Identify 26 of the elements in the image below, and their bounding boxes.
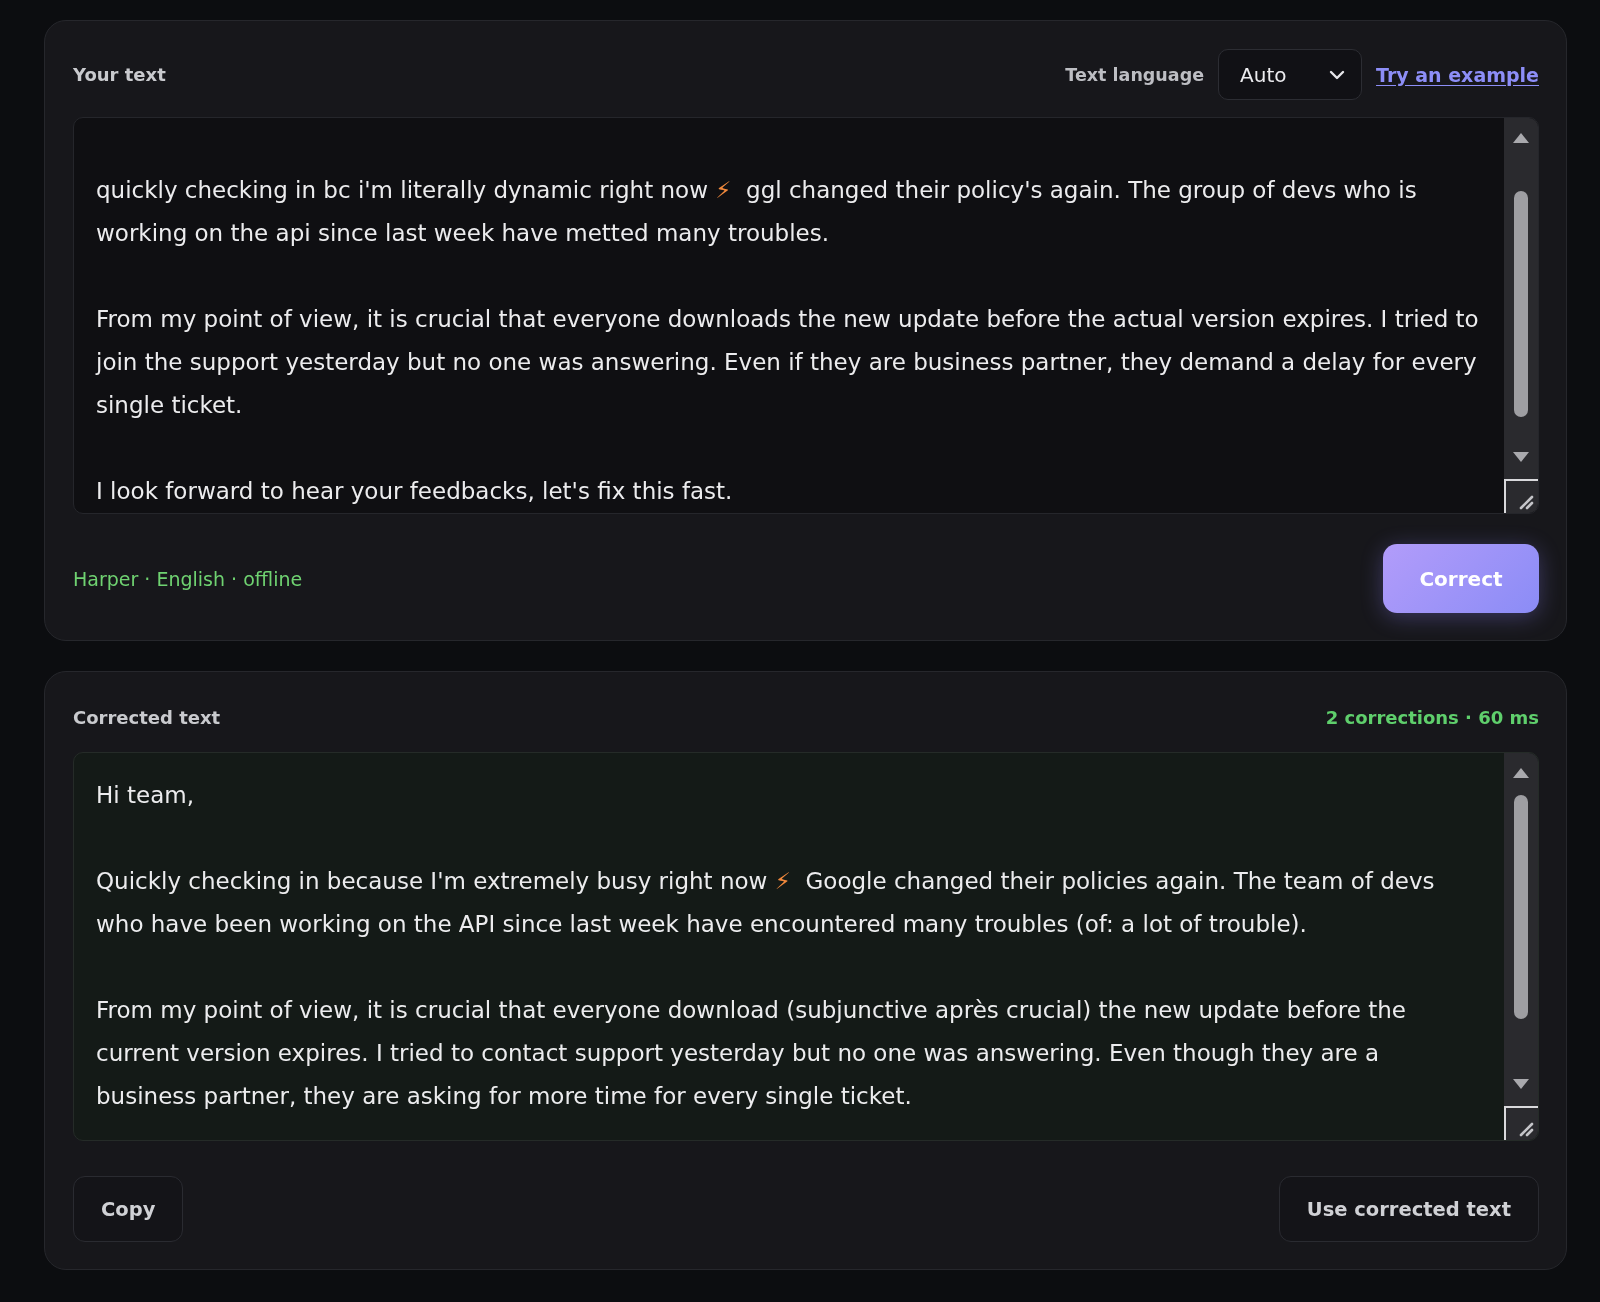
example-link[interactable]: Try an example [1376, 63, 1539, 86]
action-button[interactable]: Use corrected text [1278, 1176, 1539, 1242]
scroll-down-icon[interactable] [1513, 452, 1529, 462]
scroll-down-icon[interactable] [1513, 1079, 1529, 1089]
chevron-down-icon [1329, 69, 1346, 80]
text-paragraph: Hi team, [96, 781, 195, 810]
text-paragraph: I look forward to hear your feedbacks, let's fix this fast. [96, 477, 734, 506]
text-paragraph: quickly checking in bc i'm literally dynamic right now ⚡ ggl changed their policy's again. The group of devs who is working on the api since last week have metted many troubles. [96, 176, 1418, 248]
engine-status-text: Harper · English · offline [73, 567, 303, 590]
scroll-up-icon[interactable] [1513, 133, 1529, 143]
resize-handle-icon[interactable] [1504, 479, 1538, 513]
resize-handle-icon[interactable] [1504, 1106, 1538, 1140]
text-paragraph: From my point of view, it is crucial that everyone download (subjunctive après crucial) the new update before the current version expires. I tried to contact support yesterday but no one was answering. Even though they are a business partner, they are asking for more time for every single ticket. [96, 996, 1407, 1111]
scrollbar-thumb[interactable] [1514, 795, 1528, 1019]
text-paragraph: From my point of view, it is crucial that everyone downloads the new update before the actual version expires. I tried to join the support yesterday but no one was answering. Even if they are business partner, they demand a delay for every single ticket. [96, 305, 1480, 420]
language-label: Text language [1065, 64, 1205, 85]
card-title: Corrected text [73, 706, 221, 728]
scroll-up-icon[interactable] [1513, 768, 1529, 778]
text-input-area[interactable] [73, 117, 1539, 514]
text-paragraph: Quickly checking in because I'm extremely busy right now ⚡ Google changed their policies again. The team of devs who have been working on the API since last week have encountered many troubles (of: a lot of trouble). [96, 867, 1436, 939]
action-button[interactable]: Copy [73, 1176, 184, 1242]
card-title: Your text [73, 64, 166, 85]
corrections-summary-text: 2 corrections · 60 ms [1325, 706, 1539, 728]
language-select[interactable]: Auto [1218, 49, 1363, 100]
scrollbar-thumb[interactable] [1514, 191, 1528, 417]
corrected-text-area[interactable] [73, 752, 1539, 1141]
